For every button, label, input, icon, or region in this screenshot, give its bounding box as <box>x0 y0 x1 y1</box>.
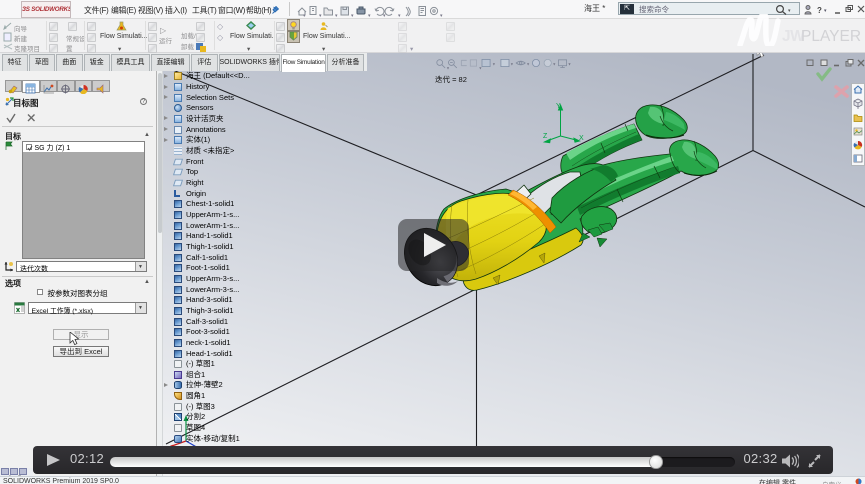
svg-text:▾: ▾ <box>303 13 306 18</box>
svg-text:▾: ▾ <box>368 13 371 18</box>
svg-text:迭代 = 82: 迭代 = 82 <box>435 74 467 84</box>
svg-text:▾: ▾ <box>319 13 322 18</box>
svg-text:X: X <box>579 135 584 142</box>
svg-text:▾: ▾ <box>440 13 443 18</box>
svg-text:▾: ▾ <box>335 13 338 18</box>
svg-text:▾: ▾ <box>351 13 354 18</box>
svg-text:Y: Y <box>556 103 561 110</box>
svg-text:Z: Z <box>543 133 548 140</box>
svg-text:PLAYER: PLAYER <box>801 28 861 45</box>
svg-text:▾: ▾ <box>398 13 401 18</box>
